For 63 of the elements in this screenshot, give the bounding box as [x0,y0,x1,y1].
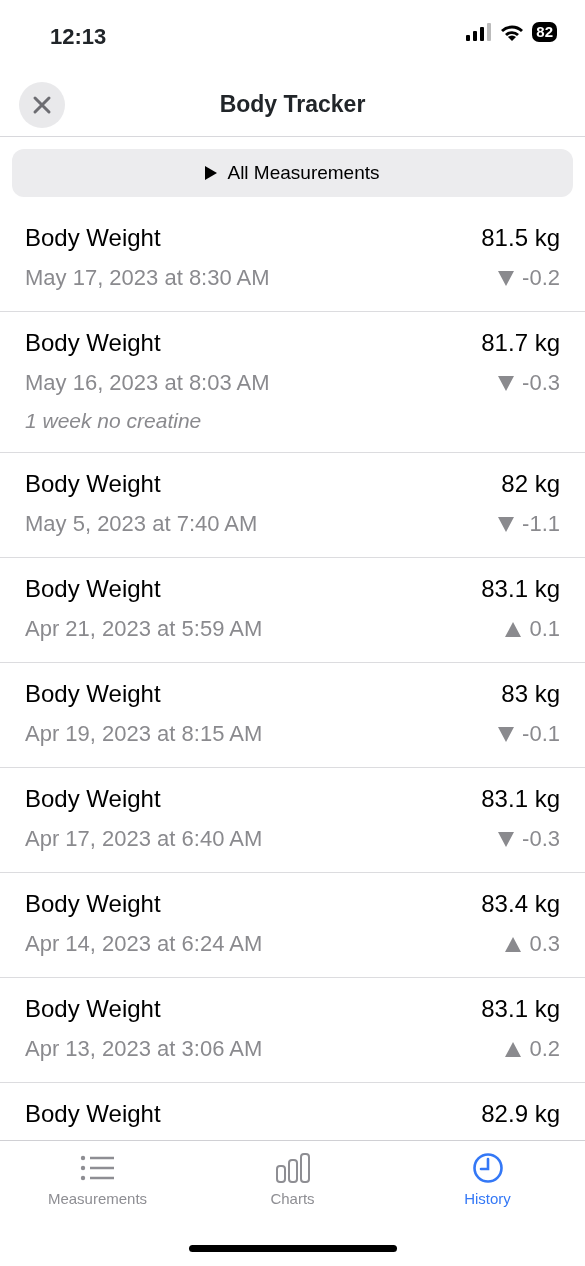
history-row[interactable]: Body Weight 82 kg May 5, 2023 at 7:40 AM -1.1 [0,453,585,558]
measurement-date: Apr 19, 2023 at 8:15 AM [25,720,263,748]
history-row[interactable]: Body Weight 83.1 kg Apr 21, 2023 at 5:59 AM 0.1 [0,558,585,663]
history-row[interactable]: Body Weight 83.1 kg Apr 17, 2023 at 6:40 AM -0.3 [0,768,585,873]
measurement-date: Apr 17, 2023 at 6:40 AM [25,825,263,853]
down-triangle-icon [498,726,515,742]
up-triangle-icon [505,1041,522,1057]
measurement-date: Apr 21, 2023 at 5:59 AM [25,615,263,643]
measurement-name: Body Weight [25,784,161,814]
battery-indicator: 82 [532,22,557,42]
change-value: -0.3 [522,369,560,397]
measurement-name: Body Weight [25,994,161,1024]
up-triangle-icon [505,936,522,952]
change-value: -0.2 [522,264,560,292]
measurement-value: 83.1 kg [481,784,560,814]
change-value: -1.1 [522,510,560,538]
measurement-value: 82 kg [501,469,560,499]
measurement-date: May 16, 2023 at 8:03 AM [25,369,270,397]
history-row[interactable]: Body Weight 81.7 kg May 16, 2023 at 8:03 AM -0.3 1 week no creatine [0,312,585,453]
measurement-name: Body Weight [25,574,161,604]
history-row[interactable]: Body Weight 83 kg Apr 19, 2023 at 8:15 AM -0.1 [0,663,585,768]
measurement-name: Body Weight [25,223,161,253]
bar-chart-icon [274,1153,311,1184]
measurement-date: May 5, 2023 at 7:40 AM [25,510,258,538]
measurement-name: Body Weight [25,889,161,919]
close-button[interactable] [19,82,65,128]
change-value: -0.1 [522,720,560,748]
down-triangle-icon [498,270,515,286]
signal-icon [466,23,493,41]
history-row[interactable]: Body Weight 83.4 kg Apr 14, 2023 at 6:24 AM 0.3 [0,873,585,978]
filter-button[interactable]: All Measurements [12,149,573,197]
measurement-value: 83.4 kg [481,889,560,919]
change-value: 0.1 [529,615,560,643]
measurement-name: Body Weight [25,328,161,358]
down-triangle-icon [498,516,515,532]
down-triangle-icon [498,375,515,391]
measurement-date: May 17, 2023 at 8:30 AM [25,264,270,292]
measurement-value: 83 kg [501,679,560,709]
history-row[interactable]: Body Weight 81.5 kg May 17, 2023 at 8:30 AM -0.2 [0,207,585,312]
up-triangle-icon [505,621,522,637]
measurement-name: Body Weight [25,469,161,499]
history-row[interactable]: Body Weight 82.9 kg [0,1083,585,1140]
measurement-value: 81.7 kg [481,328,560,358]
close-icon [32,95,52,115]
measurement-name: Body Weight [25,679,161,709]
down-triangle-icon [498,831,515,847]
change-value: 0.3 [529,930,560,958]
screen-title: Body Tracker [219,89,366,119]
status-time: 12:13 [50,23,107,51]
change-value: -0.3 [522,825,560,853]
measurement-value: 82.9 kg [481,1099,560,1129]
measurement-date: Apr 13, 2023 at 3:06 AM [25,1035,263,1063]
play-icon [205,166,218,180]
change-value: 0.2 [529,1035,560,1063]
measurement-name: Body Weight [25,1099,161,1129]
measurement-value: 83.1 kg [481,994,560,1024]
tab-item[interactable]: History [390,1153,585,1211]
measurement-value: 83.1 kg [481,574,560,604]
measurement-date: Apr 14, 2023 at 6:24 AM [25,930,263,958]
measurement-value: 81.5 kg [481,223,560,253]
history-row[interactable]: Body Weight 83.1 kg Apr 13, 2023 at 3:06 AM 0.2 [0,978,585,1083]
entry-note: 1 week no creatine [25,408,203,434]
wifi-icon [500,23,525,41]
